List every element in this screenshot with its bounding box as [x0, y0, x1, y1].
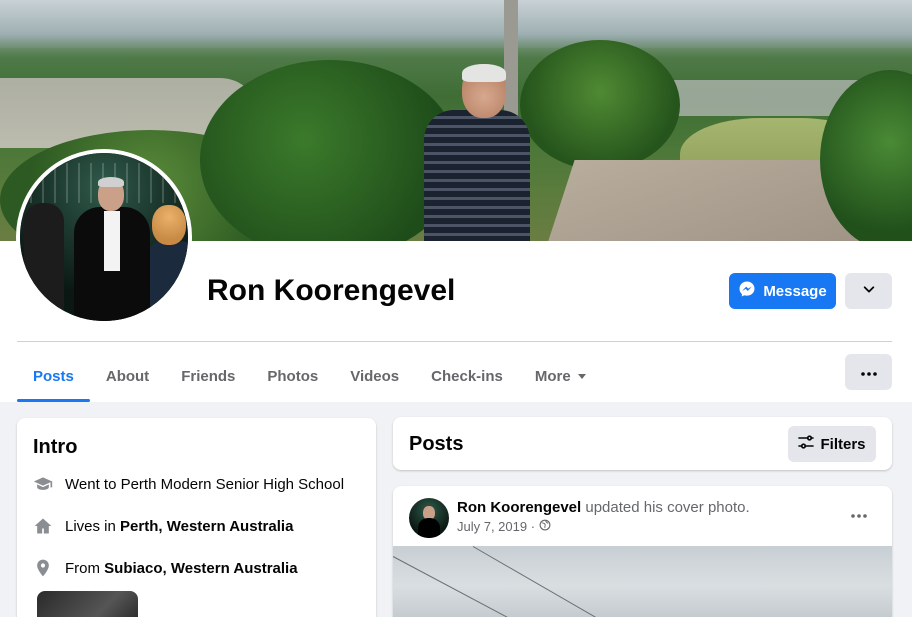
intro-title: Intro — [33, 436, 78, 458]
filters-button[interactable]: Filters — [788, 426, 876, 462]
tab-posts[interactable]: Posts — [17, 350, 90, 402]
chevron-down-icon — [862, 282, 876, 301]
post-headline: Ron Koorengevel updated his cover photo. — [457, 499, 750, 516]
posts-header-card: Posts Filters — [393, 417, 892, 470]
post-options-button[interactable] — [845, 504, 873, 524]
post-meta: July 7, 2019 · — [457, 519, 551, 534]
post-author-avatar[interactable] — [409, 498, 449, 538]
cover-person — [424, 64, 530, 241]
intro-from: From Subiaco, Western Australia — [33, 558, 298, 578]
message-button[interactable]: Message — [729, 273, 836, 309]
messenger-icon — [738, 280, 756, 302]
tab-friends[interactable]: Friends — [165, 350, 251, 402]
graduation-cap-icon — [33, 474, 53, 494]
tab-videos[interactable]: Videos — [334, 350, 415, 402]
intro-featured-photo[interactable] — [37, 591, 138, 617]
more-options-button[interactable] — [845, 354, 892, 390]
intro-education: Went to Perth Modern Senior High School — [33, 474, 344, 494]
tab-more[interactable]: More — [519, 350, 603, 402]
tab-check-ins[interactable]: Check-ins — [415, 350, 519, 402]
location-pin-icon — [33, 558, 53, 578]
from-link[interactable]: Subiaco, Western Australia — [104, 560, 297, 577]
post-author-link[interactable]: Ron Koorengevel — [457, 499, 581, 516]
ellipsis-icon — [851, 505, 867, 523]
profile-avatar[interactable] — [16, 149, 192, 325]
globe-icon — [539, 519, 551, 534]
profile-name: Ron Koorengevel — [207, 274, 456, 307]
posts-title: Posts — [409, 433, 464, 455]
tab-photos[interactable]: Photos — [251, 350, 334, 402]
ellipsis-icon — [860, 363, 877, 381]
post-date-link[interactable]: July 7, 2019 · — [457, 519, 535, 534]
intro-card: Intro Went to Perth Modern Senior High S… — [17, 418, 376, 617]
lives-in-link[interactable]: Perth, Western Australia — [120, 518, 293, 535]
post-image[interactable] — [393, 546, 892, 617]
tab-about[interactable]: About — [90, 350, 165, 402]
cover-sky — [0, 0, 912, 48]
caret-down-icon — [577, 368, 587, 385]
profile-options-button[interactable] — [845, 273, 892, 309]
message-button-label: Message — [763, 282, 827, 300]
intro-lives-in: Lives in Perth, Western Australia — [33, 516, 293, 536]
header-divider — [17, 341, 892, 342]
filter-sliders-icon — [798, 434, 815, 454]
home-icon — [33, 516, 53, 536]
post-card: Ron Koorengevel updated his cover photo.… — [393, 486, 892, 617]
profile-tabs: Posts About Friends Photos Videos Check-… — [17, 350, 603, 402]
